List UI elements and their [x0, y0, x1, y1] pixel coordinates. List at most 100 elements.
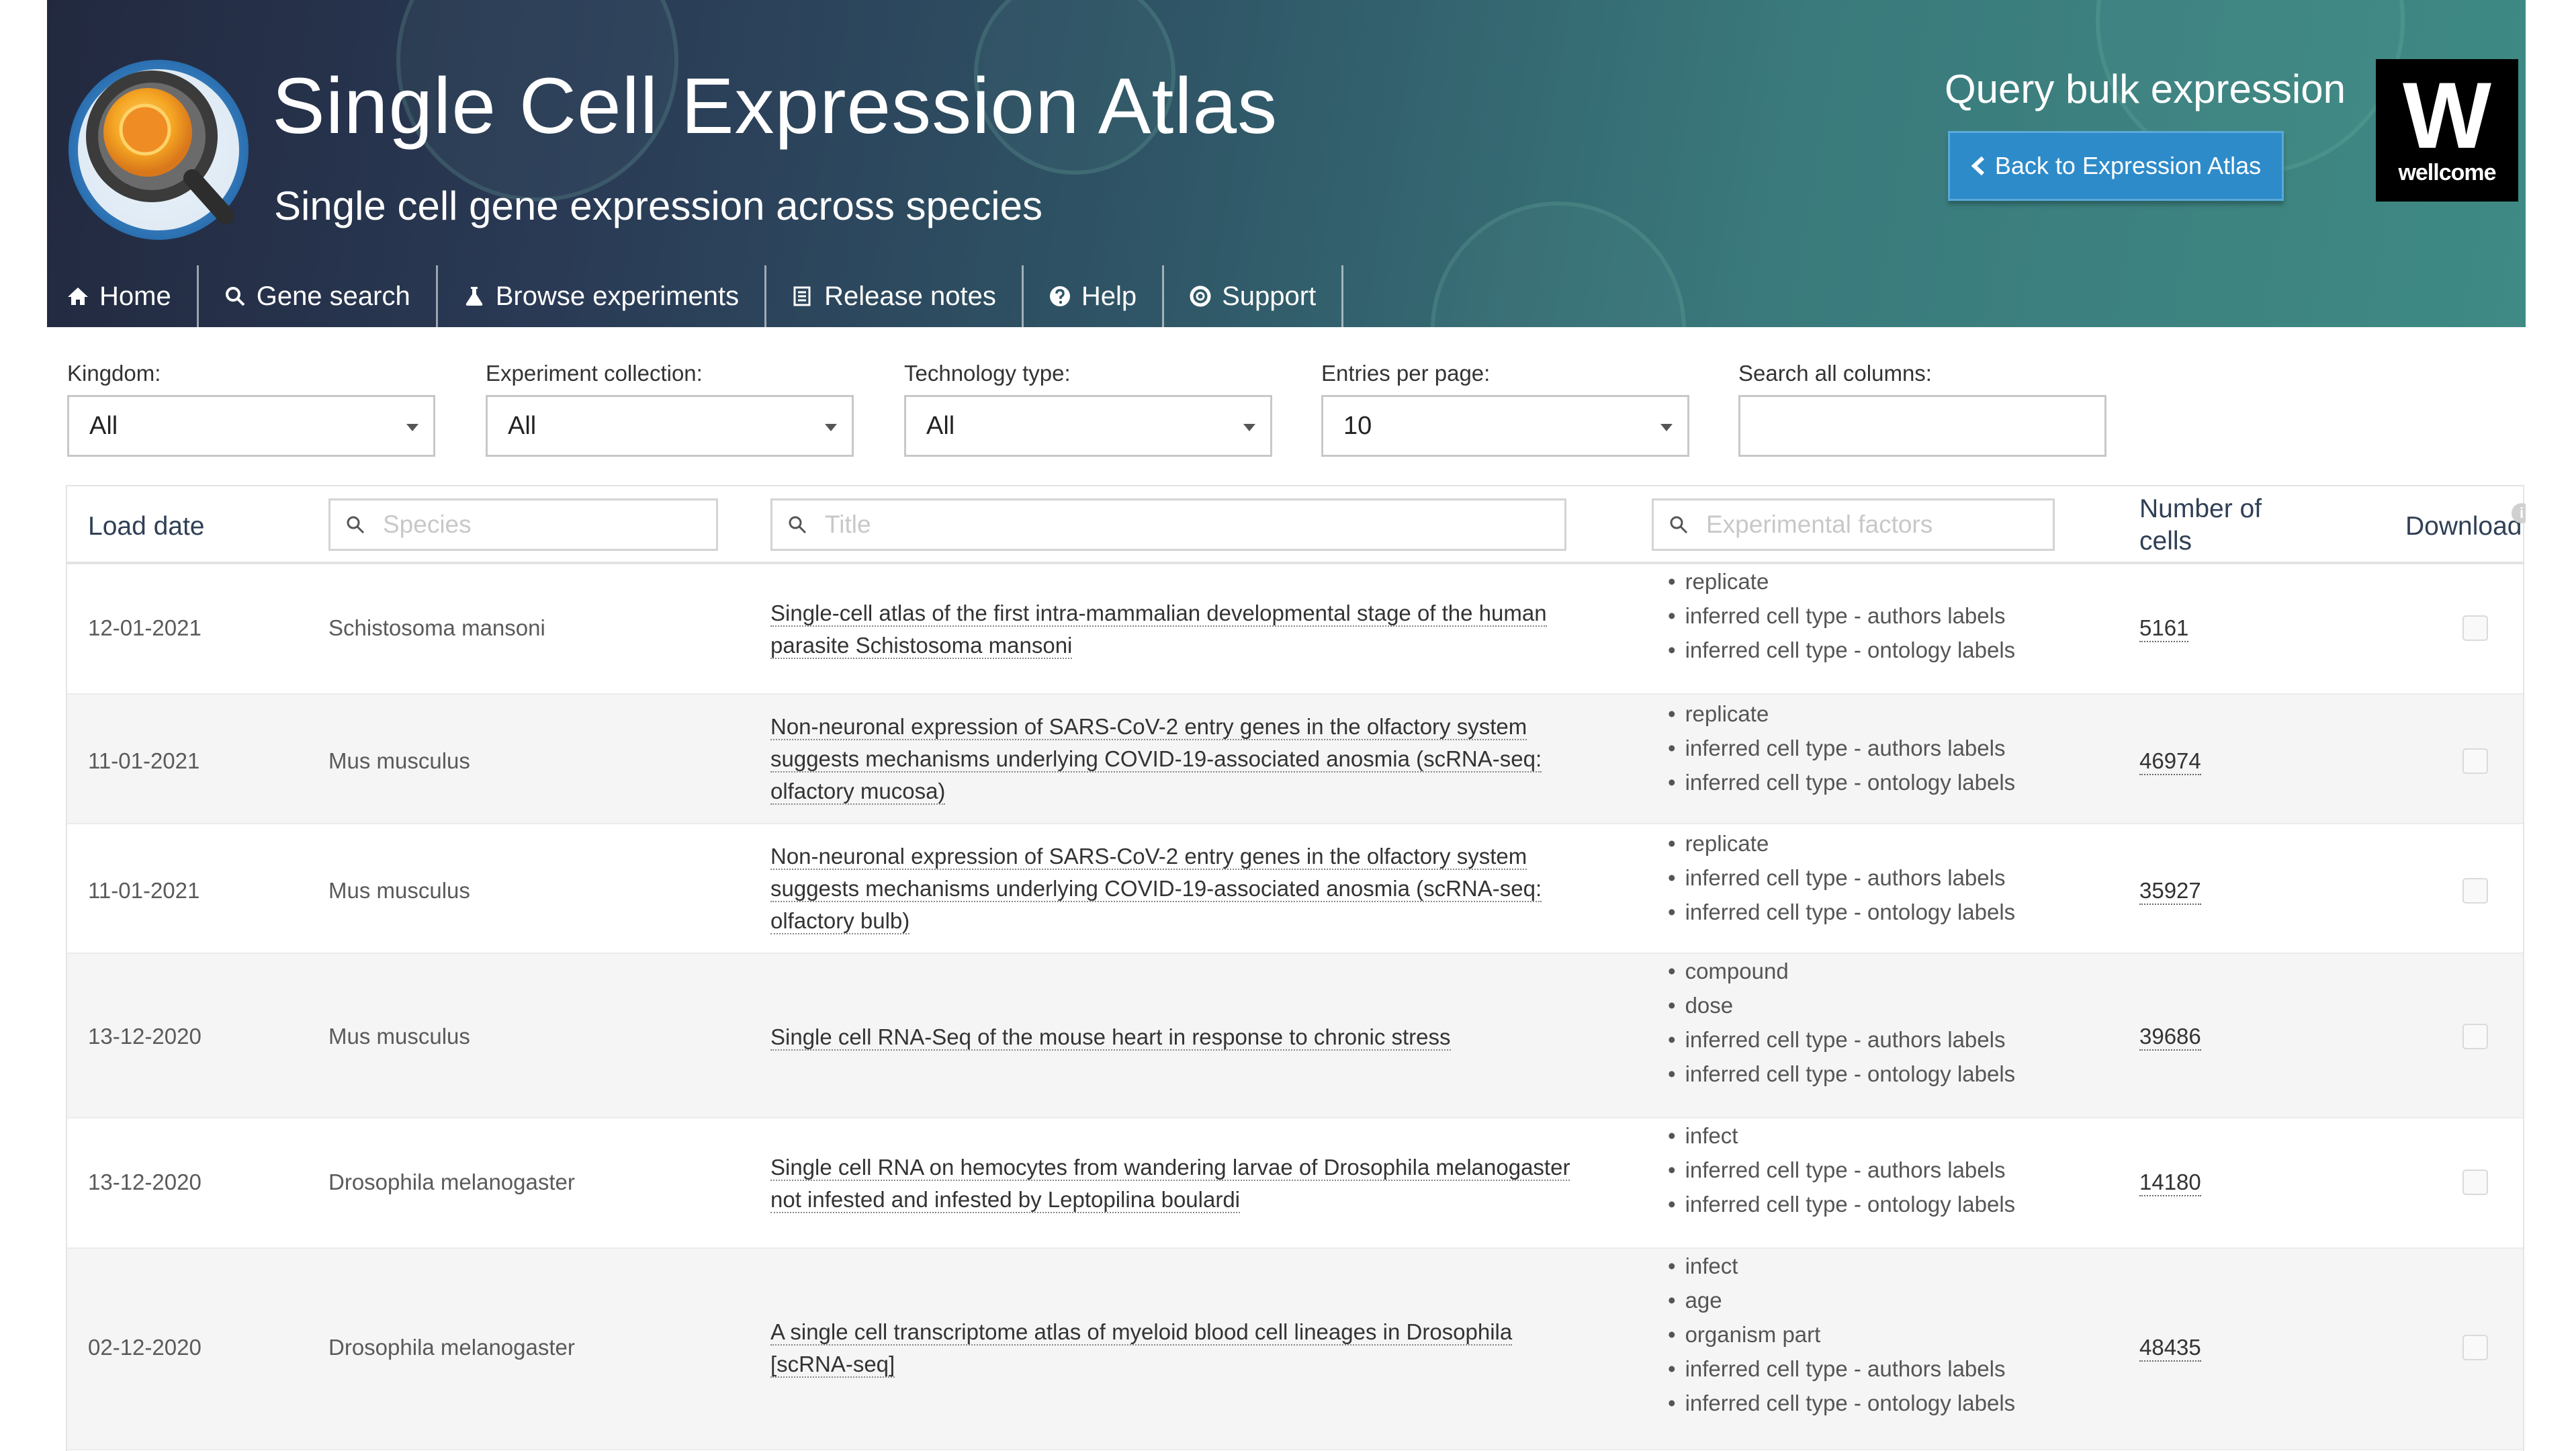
experiment-title-link[interactable]: Non-neuronal expression of SARS-CoV-2 en…: [770, 714, 1542, 805]
table-header: Load date Number of cells Download i: [67, 486, 2526, 564]
factor-item: replicate: [1668, 697, 2015, 731]
chevron-down-icon: [825, 424, 837, 431]
decorative-bubble: [1431, 202, 1686, 327]
title-cell[interactable]: A single cell transcriptome atlas of mye…: [770, 1316, 1576, 1380]
nav-support[interactable]: Support: [1164, 265, 1344, 327]
download-checkbox[interactable]: [2462, 1335, 2488, 1360]
back-button-label: Back to Expression Atlas: [1994, 152, 2262, 179]
download-checkbox[interactable]: [2462, 1024, 2488, 1049]
factor-item: dose: [1668, 988, 2015, 1022]
search-icon: [1670, 516, 1688, 534]
document-icon: [793, 286, 811, 306]
nav-help[interactable]: Help: [1024, 265, 1165, 327]
load-date-cell: 13-12-2020: [88, 1170, 202, 1194]
experimental-factors-list: replicate inferred cell type - authors l…: [1668, 697, 2016, 799]
query-bulk-title: Query bulk expression: [1945, 67, 2346, 112]
experimental-factors-list: replicate inferred cell type - authors l…: [1668, 826, 2016, 929]
load-date-cell: 12-01-2021: [88, 615, 202, 640]
entries-per-page-select[interactable]: 10: [1321, 395, 1689, 457]
title-filter[interactable]: [770, 498, 1566, 551]
nav-release-notes[interactable]: Release notes: [766, 265, 1024, 327]
species-filter[interactable]: [328, 498, 718, 551]
experiment-title-link[interactable]: Single-cell atlas of the first intra-mam…: [770, 601, 1547, 659]
factor-item: inferred cell type - ontology labels: [1668, 895, 2016, 929]
title-cell[interactable]: Non-neuronal expression of SARS-CoV-2 en…: [770, 840, 1576, 937]
experimental-factors-filter-input[interactable]: [1706, 511, 2014, 539]
number-of-cells-cell[interactable]: 14180: [2139, 1170, 2201, 1196]
experiment-collection-select[interactable]: All: [486, 395, 854, 457]
experiment-collection-label: Experiment collection:: [486, 361, 703, 386]
search-all-columns-input[interactable]: [1738, 395, 2106, 457]
question-circle-icon: [1049, 286, 1070, 306]
factor-item: age: [1668, 1283, 2015, 1317]
kingdom-select-value: All: [89, 411, 118, 440]
number-of-cells-cell[interactable]: 5161: [2139, 615, 2189, 642]
wellcome-logo[interactable]: W wellcome: [2376, 59, 2518, 202]
experiment-title-link[interactable]: Single cell RNA-Seq of the mouse heart i…: [770, 1024, 1451, 1051]
number-of-cells-header-line2: cells: [2139, 527, 2192, 556]
load-date-header[interactable]: Load date: [88, 512, 205, 541]
main-nav: Home Gene search Browse experiments Rele…: [47, 265, 1344, 327]
experiment-collection-select-value: All: [508, 411, 537, 440]
search-icon: [347, 516, 365, 534]
chevron-down-icon: [1243, 424, 1255, 431]
factor-item: inferred cell type - ontology labels: [1668, 765, 2016, 799]
nav-gene-search[interactable]: Gene search: [199, 265, 438, 327]
table-row: 11-01-2021 Mus musculus Non-neuronal exp…: [67, 695, 2523, 824]
title-cell[interactable]: Single cell RNA on hemocytes from wander…: [770, 1151, 1576, 1216]
nav-home-label: Home: [99, 281, 171, 311]
kingdom-select[interactable]: All: [67, 395, 435, 457]
species-filter-input[interactable]: [383, 511, 680, 539]
site-title: Single Cell Expression Atlas: [272, 62, 1278, 150]
nav-support-label: Support: [1222, 281, 1317, 311]
experimental-factors-list: replicate inferred cell type - authors l…: [1668, 564, 2016, 667]
flask-icon: [465, 287, 482, 306]
page: Single Cell Expression Atlas Single cell…: [47, 0, 2526, 1451]
site-header: Single Cell Expression Atlas Single cell…: [47, 0, 2526, 327]
number-of-cells-header-line1: Number of: [2139, 494, 2262, 523]
factor-item: replicate: [1668, 564, 2015, 599]
number-of-cells-cell[interactable]: 46974: [2139, 748, 2201, 775]
entries-per-page-select-value: 10: [1343, 411, 1372, 440]
factor-item: replicate: [1668, 826, 2015, 861]
nav-release-notes-label: Release notes: [824, 281, 996, 311]
nav-browse-experiments-label: Browse experiments: [495, 281, 740, 311]
title-cell[interactable]: Non-neuronal expression of SARS-CoV-2 en…: [770, 711, 1576, 807]
factor-item: inferred cell type - ontology labels: [1668, 1057, 2016, 1091]
back-to-expression-atlas-button[interactable]: Back to Expression Atlas: [1948, 131, 2284, 201]
title-cell[interactable]: Single-cell atlas of the first intra-mam…: [770, 597, 1576, 662]
factor-item: infect: [1668, 1249, 2015, 1283]
number-of-cells-cell[interactable]: 39686: [2139, 1024, 2201, 1051]
download-checkbox[interactable]: [2462, 615, 2488, 641]
download-checkbox[interactable]: [2462, 878, 2488, 904]
atlas-logo-icon[interactable]: [66, 57, 254, 245]
chevron-down-icon: [1660, 424, 1673, 431]
factor-item: inferred cell type - ontology labels: [1668, 633, 2016, 667]
search-all-columns-label: Search all columns:: [1738, 361, 1932, 386]
title-filter-input[interactable]: [825, 511, 1447, 539]
title-cell[interactable]: Single cell RNA-Seq of the mouse heart i…: [770, 1021, 1576, 1053]
download-checkbox[interactable]: [2462, 1170, 2488, 1195]
factor-item: organism part: [1668, 1317, 2015, 1352]
wellcome-logo-text: wellcome: [2398, 160, 2496, 185]
species-cell: Mus musculus: [328, 748, 470, 773]
nav-browse-experiments[interactable]: Browse experiments: [438, 265, 767, 327]
experiment-title-link[interactable]: Single cell RNA on hemocytes from wander…: [770, 1155, 1570, 1213]
number-of-cells-cell[interactable]: 48435: [2139, 1335, 2201, 1362]
species-cell: Mus musculus: [328, 878, 470, 903]
technology-type-label: Technology type:: [904, 361, 1071, 386]
nav-gene-search-label: Gene search: [256, 281, 410, 311]
search-icon: [789, 516, 807, 534]
load-date-cell: 11-01-2021: [88, 878, 200, 903]
experiment-title-link[interactable]: A single cell transcriptome atlas of mye…: [770, 1319, 1513, 1378]
nav-home[interactable]: Home: [47, 265, 199, 327]
download-checkbox[interactable]: [2462, 748, 2488, 774]
factor-item: inferred cell type - authors labels: [1668, 1022, 2015, 1057]
experiment-title-link[interactable]: Non-neuronal expression of SARS-CoV-2 en…: [770, 844, 1542, 934]
kingdom-label: Kingdom:: [67, 361, 161, 386]
number-of-cells-header[interactable]: Number of cells: [2139, 493, 2262, 558]
experimental-factors-filter[interactable]: [1652, 498, 2055, 551]
technology-type-select[interactable]: All: [904, 395, 1272, 457]
factor-item: compound: [1668, 954, 2015, 988]
number-of-cells-cell[interactable]: 35927: [2139, 878, 2201, 905]
